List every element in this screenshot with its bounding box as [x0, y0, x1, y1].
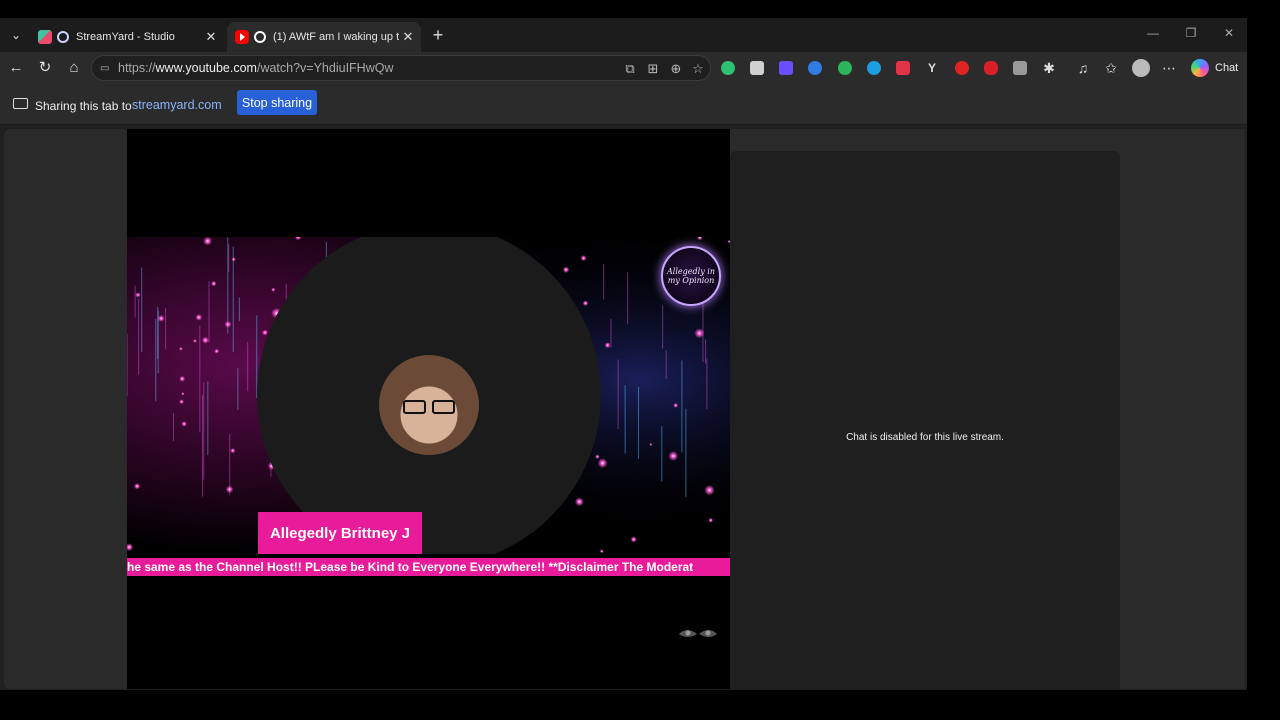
cat-eyes-watermark-icon	[679, 630, 717, 637]
chat-disabled-message: Chat is disabled for this live stream.	[846, 432, 1004, 443]
app-available-icon[interactable]: ⊞	[645, 61, 661, 77]
extension-blue-circle-icon[interactable]	[808, 61, 822, 75]
extension-red-play-icon[interactable]	[955, 61, 969, 75]
restore-icon[interactable]: ❐	[1181, 26, 1201, 40]
profile-avatar[interactable]	[1132, 59, 1150, 77]
site-info-icon[interactable]: ▭	[100, 63, 112, 74]
back-arrow-icon[interactable]: ←	[5, 58, 27, 78]
live-chat-panel: Chat is disabled for this live stream.	[730, 151, 1120, 689]
more-options-icon[interactable]: ⋯	[1160, 59, 1178, 77]
tab-strip: ⌄ StreamYard - Studio ✕ (1) AWtF am I wa…	[0, 18, 1247, 52]
zoom-icon[interactable]: ⊕	[668, 61, 684, 77]
tab-streamyard[interactable]: StreamYard - Studio ✕	[30, 22, 224, 52]
home-icon[interactable]: ⌂	[63, 58, 85, 78]
glasses-icon	[403, 400, 455, 414]
browser-window: ⌄ StreamYard - Studio ✕ (1) AWtF am I wa…	[0, 18, 1247, 690]
sharing-label: Sharing this tab to	[35, 99, 132, 113]
extension-red-hand-icon[interactable]	[984, 61, 998, 75]
close-tab-icon[interactable]: ✕	[399, 29, 417, 45]
tab-title: (1) AWtF am I waking up to??	[273, 31, 399, 43]
tab-list-chevron-icon[interactable]: ⌄	[4, 24, 28, 46]
tab-youtube[interactable]: (1) AWtF am I waking up to?? ✕	[227, 22, 421, 52]
favorites-icon[interactable]: ✩	[1102, 59, 1120, 77]
video-player[interactable]: Allegedly in my Opinion Allegedly Brittn…	[127, 129, 730, 689]
copilot-label: Chat	[1215, 62, 1239, 74]
extension-cyan-icon[interactable]	[867, 61, 881, 75]
screen-share-icon	[13, 98, 28, 109]
extension-y-icon[interactable]: Y	[923, 59, 941, 77]
extension-c-icon[interactable]	[1013, 61, 1027, 75]
copilot-chat-button[interactable]: Chat	[1191, 56, 1238, 80]
extension-red-chat-icon[interactable]	[896, 61, 910, 75]
extension-purple-icon[interactable]	[779, 61, 793, 75]
new-tab-plus-icon[interactable]: +	[428, 26, 448, 44]
media-control-icon[interactable]: ♫	[1074, 59, 1092, 77]
sharing-destination-link[interactable]: streamyard.com	[132, 98, 222, 112]
page-content: Allegedly in my Opinion Allegedly Brittn…	[4, 129, 1245, 689]
extension-green-circle-icon[interactable]	[838, 61, 852, 75]
favorite-star-icon[interactable]: ☆	[690, 61, 706, 77]
refresh-icon[interactable]: ↻	[34, 58, 56, 78]
close-tab-icon[interactable]: ✕	[202, 29, 220, 45]
address-bar[interactable]: ▭ https://www.youtube.com/watch?v=YhdiuI…	[91, 55, 711, 81]
page-margin	[1120, 129, 1245, 689]
link-copy-icon[interactable]: ⧉	[622, 61, 638, 77]
extensions-puzzle-icon[interactable]: ✱	[1040, 59, 1058, 77]
extension-gray-icon[interactable]	[750, 61, 764, 75]
stop-sharing-button[interactable]: Stop sharing	[237, 90, 317, 115]
scrolling-ticker: he same as the Channel Host!! PLease be …	[127, 558, 730, 576]
minimize-icon[interactable]: —	[1143, 26, 1163, 40]
streamyard-favicon-icon	[38, 30, 52, 44]
url-text[interactable]: https://www.youtube.com/watch?v=YhdiuIFH…	[118, 61, 393, 75]
audio-playing-icon	[254, 31, 266, 43]
navigation-bar: ← ↻ ⌂ ▭ https://www.youtube.com/watch?v=…	[0, 52, 1247, 85]
channel-logo: Allegedly in my Opinion	[661, 246, 721, 306]
copilot-icon	[1191, 59, 1209, 77]
tab-sharing-bar: Sharing this tab to streamyard.com Stop …	[0, 85, 1247, 125]
youtube-favicon-icon	[235, 30, 249, 44]
host-name-banner: Allegedly Brittney J	[258, 512, 422, 554]
host-avatar	[379, 355, 479, 455]
extension-green-gear-icon[interactable]	[721, 61, 735, 75]
audio-playing-icon	[57, 31, 69, 43]
close-window-icon[interactable]: ✕	[1219, 26, 1239, 40]
channel-logo-text: Allegedly in my Opinion	[667, 267, 715, 285]
tab-title: StreamYard - Studio	[76, 31, 175, 43]
